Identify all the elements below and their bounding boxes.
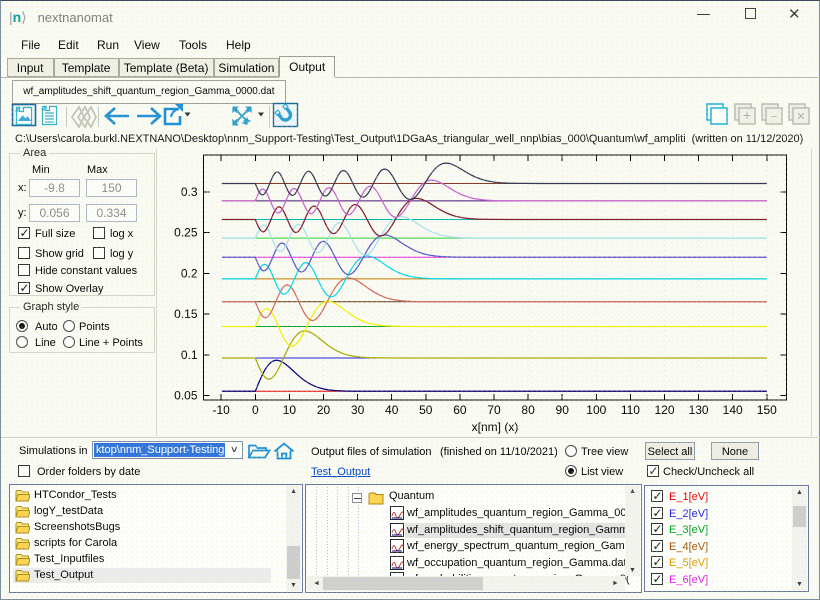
svg-text:150: 150 — [757, 403, 777, 417]
svg-text:0: 0 — [252, 403, 259, 417]
svg-text:80: 80 — [521, 403, 535, 417]
svg-text:30: 30 — [351, 403, 365, 417]
svg-text:20: 20 — [317, 403, 331, 417]
svg-text:0.2: 0.2 — [181, 266, 198, 280]
svg-text:0.1: 0.1 — [181, 348, 198, 362]
svg-text:-10: -10 — [213, 403, 231, 417]
svg-text:130: 130 — [689, 403, 709, 417]
svg-text:120: 120 — [654, 403, 674, 417]
svg-text:0.15: 0.15 — [174, 307, 198, 321]
svg-text:10: 10 — [283, 403, 297, 417]
svg-text:0.05: 0.05 — [174, 389, 198, 403]
svg-text:140: 140 — [723, 403, 743, 417]
svg-text:110: 110 — [621, 403, 640, 417]
svg-text:x[nm] (x): x[nm] (x) — [472, 420, 519, 434]
svg-text:70: 70 — [487, 403, 501, 417]
svg-text:100: 100 — [586, 403, 606, 417]
svg-text:60: 60 — [453, 403, 467, 417]
svg-text:90: 90 — [556, 403, 570, 417]
svg-text:50: 50 — [419, 403, 433, 417]
svg-text:0.3: 0.3 — [181, 185, 198, 199]
svg-text:40: 40 — [385, 403, 399, 417]
svg-text:0.25: 0.25 — [174, 226, 198, 240]
